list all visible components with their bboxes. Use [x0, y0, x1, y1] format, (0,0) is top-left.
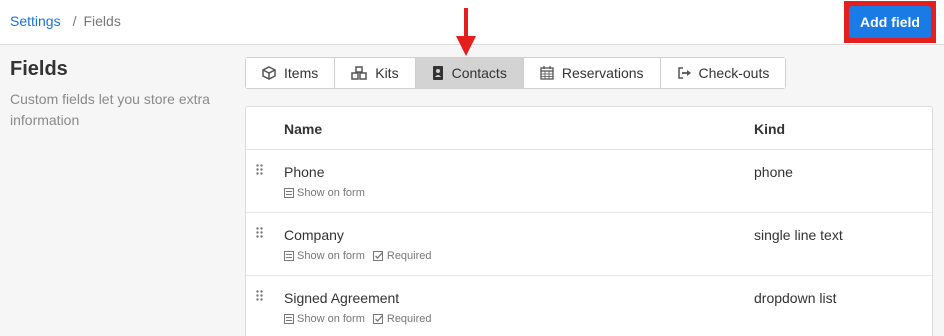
- fields-table: Name Kind Phone phone Show on form Compa…: [245, 106, 934, 336]
- show-on-form-badge: Show on form: [284, 250, 365, 262]
- page-description: Custom fields let you store extra inform…: [10, 91, 210, 128]
- field-kind: dropdown list: [754, 290, 837, 306]
- form-icon: [284, 251, 294, 261]
- badge-label: Show on form: [297, 250, 365, 262]
- field-badges: Show on form: [284, 187, 373, 199]
- add-field-button[interactable]: Add field: [849, 6, 931, 38]
- breadcrumb: Settings / Fields: [10, 13, 121, 29]
- drag-handle-icon[interactable]: [256, 164, 263, 175]
- field-badges: Show on form Required: [284, 250, 440, 262]
- table-row[interactable]: Phone phone Show on form: [246, 150, 934, 213]
- field-name: Signed Agreement: [284, 290, 400, 306]
- badge-label: Show on form: [297, 187, 365, 199]
- breadcrumb-settings-link[interactable]: Settings: [10, 13, 61, 29]
- page-title: Fields: [10, 58, 68, 80]
- tab-label: Contacts: [451, 65, 507, 81]
- tab-bar: Items Kits Contacts Reservations Check-o…: [245, 57, 787, 89]
- tab-label: Reservations: [561, 65, 644, 81]
- badge-label: Show on form: [297, 313, 365, 325]
- form-icon: [284, 314, 294, 324]
- breadcrumb-current: Fields: [83, 13, 121, 29]
- field-name: Phone: [284, 164, 325, 180]
- cube-icon: [262, 66, 276, 80]
- table-row[interactable]: Signed Agreement dropdown list Show on f…: [246, 276, 934, 336]
- field-kind: single line text: [754, 227, 843, 243]
- field-name: Company: [284, 227, 344, 243]
- tab-label: Kits: [375, 65, 399, 81]
- tab-kits[interactable]: Kits: [335, 58, 416, 88]
- annotation-arrow-icon: [456, 8, 476, 56]
- contact-book-icon: [432, 66, 443, 80]
- tab-contacts[interactable]: Contacts: [415, 58, 524, 88]
- form-icon: [284, 188, 294, 198]
- tab-items[interactable]: Items: [246, 58, 336, 88]
- field-kind: phone: [754, 164, 793, 180]
- breadcrumb-separator: /: [72, 13, 77, 29]
- checkbox-checked-icon: [372, 314, 383, 324]
- drag-handle-icon[interactable]: [256, 290, 263, 301]
- badge-label: Required: [386, 313, 432, 325]
- tab-label: Items: [284, 65, 319, 81]
- show-on-form-badge: Show on form: [284, 313, 365, 325]
- table-row[interactable]: Company single line text Show on form Re…: [246, 213, 934, 276]
- field-badges: Show on form Required: [284, 313, 440, 325]
- sign-out-icon: [677, 67, 691, 79]
- calendar-icon: [540, 66, 554, 80]
- column-header-name: Name: [284, 121, 323, 137]
- tab-reservations[interactable]: Reservations: [523, 58, 661, 88]
- tab-check-outs[interactable]: Check-outs: [660, 58, 786, 88]
- badge-label: Required: [386, 250, 432, 262]
- cubes-icon: [351, 66, 367, 80]
- drag-handle-icon[interactable]: [256, 227, 263, 238]
- required-badge: Required: [372, 313, 432, 325]
- column-header-kind: Kind: [754, 121, 786, 137]
- required-badge: Required: [372, 250, 432, 262]
- table-header: Name Kind: [246, 107, 934, 150]
- show-on-form-badge: Show on form: [284, 187, 365, 199]
- tab-label: Check-outs: [698, 65, 770, 81]
- checkbox-checked-icon: [372, 251, 383, 261]
